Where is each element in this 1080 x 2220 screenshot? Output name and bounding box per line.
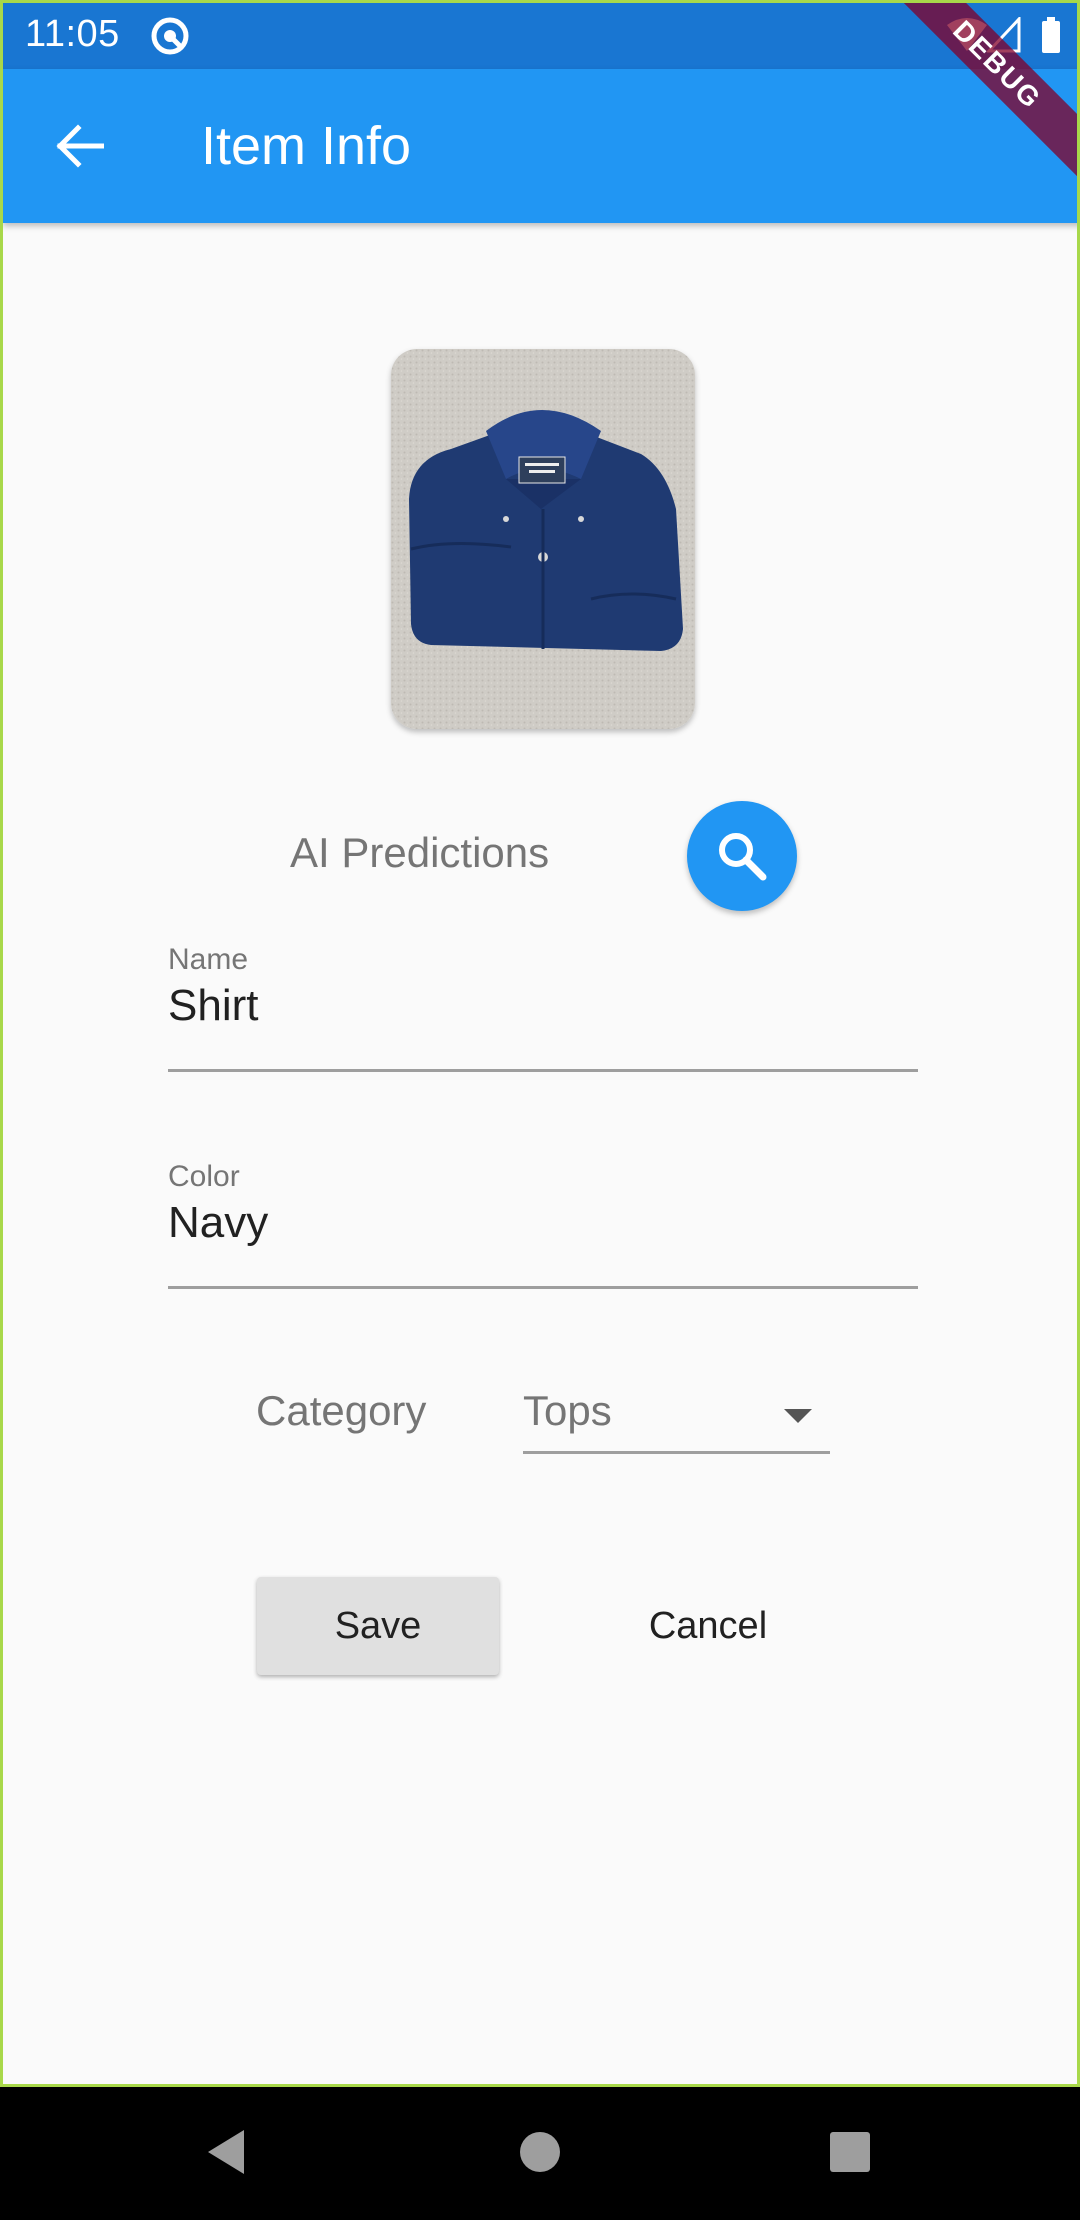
item-photo <box>391 349 695 729</box>
save-button[interactable]: Save <box>257 1577 499 1675</box>
page-title: Item Info <box>201 116 412 176</box>
name-field[interactable]: Name <box>168 943 918 1072</box>
app-screen: 11:05 Item Info DEBUG AI Predictions Nam… <box>0 0 1080 2087</box>
category-underline <box>523 1451 830 1454</box>
back-button[interactable] <box>39 113 119 179</box>
system-nav-bar <box>0 2087 1080 2220</box>
color-underline <box>168 1286 918 1289</box>
color-field[interactable]: Color <box>168 1160 918 1289</box>
dropdown-arrow-icon <box>784 1409 812 1423</box>
nav-recents-button[interactable] <box>810 2117 890 2187</box>
notification-icon <box>149 15 191 57</box>
triangle-back-icon <box>208 2130 244 2174</box>
category-label: Category <box>256 1387 427 1434</box>
search-icon <box>719 833 767 881</box>
color-field-label: Color <box>168 1160 240 1193</box>
circle-home-icon <box>520 2132 560 2172</box>
arrow-back-icon <box>56 124 104 168</box>
color-input[interactable] <box>168 1198 918 1248</box>
ai-predictions-label: AI Predictions <box>290 829 550 876</box>
status-time: 11:05 <box>25 13 120 55</box>
name-input[interactable] <box>168 981 918 1031</box>
battery-icon <box>1041 17 1061 53</box>
name-underline <box>168 1069 918 1072</box>
nav-home-button[interactable] <box>500 2117 580 2187</box>
category-selected-value: Tops <box>523 1387 612 1434</box>
square-recents-icon <box>830 2132 870 2172</box>
ai-predict-button[interactable] <box>687 801 797 911</box>
name-field-label: Name <box>168 943 249 976</box>
cancel-button[interactable]: Cancel <box>583 1577 833 1675</box>
nav-back-button[interactable] <box>186 2117 266 2187</box>
category-dropdown[interactable]: Tops <box>523 1373 830 1454</box>
app-bar: Item Info <box>3 69 1077 223</box>
